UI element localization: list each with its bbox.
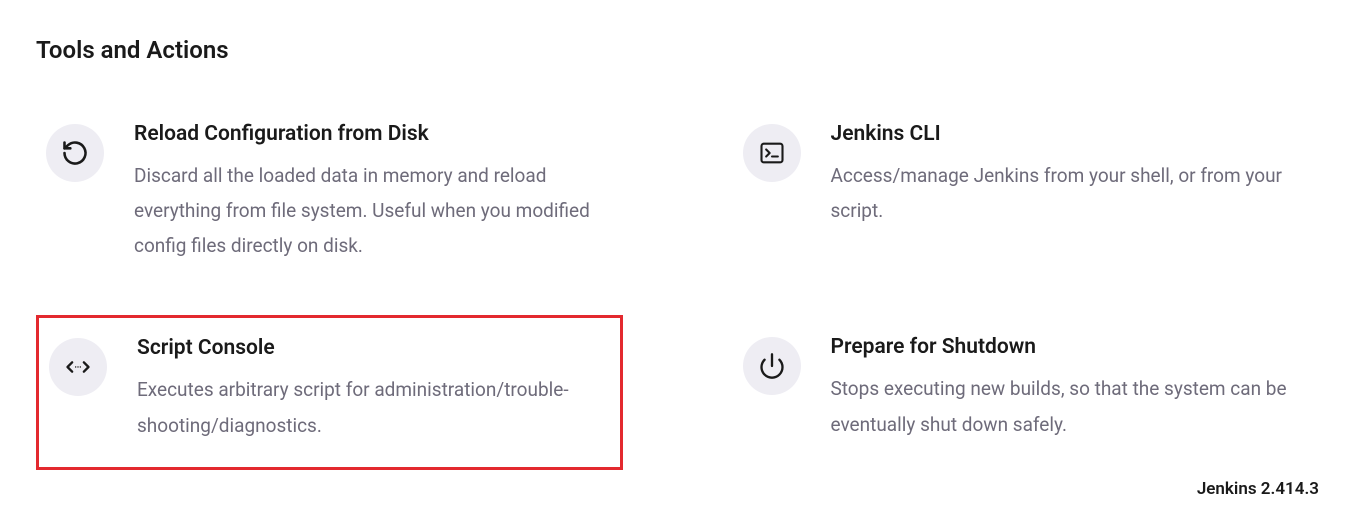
card-reload-configuration[interactable]: Reload Configuration from Disk Discard a… [36,114,623,277]
card-desc: Stops executing new builds, so that the … [831,371,1310,441]
code-icon [49,338,107,396]
card-desc: Discard all the loaded data in memory an… [134,158,613,263]
terminal-icon [743,124,801,182]
card-jenkins-cli[interactable]: Jenkins CLI Access/manage Jenkins from y… [733,114,1320,277]
card-desc: Access/manage Jenkins from your shell, o… [831,158,1310,228]
section-title: Tools and Actions [36,36,1319,64]
card-title: Prepare for Shutdown [831,335,1310,359]
reload-icon [46,124,104,182]
card-title: Jenkins CLI [831,122,1310,146]
jenkins-version: Jenkins 2.414.3 [1197,479,1319,499]
card-title: Script Console [137,336,610,360]
power-icon [743,337,801,395]
card-title: Reload Configuration from Disk [134,122,613,146]
card-prepare-shutdown[interactable]: Prepare for Shutdown Stops executing new… [733,327,1320,469]
card-script-console[interactable]: Script Console Executes arbitrary script… [36,315,623,469]
card-desc: Executes arbitrary script for administra… [137,372,610,442]
cards-grid: Reload Configuration from Disk Discard a… [36,114,1319,470]
